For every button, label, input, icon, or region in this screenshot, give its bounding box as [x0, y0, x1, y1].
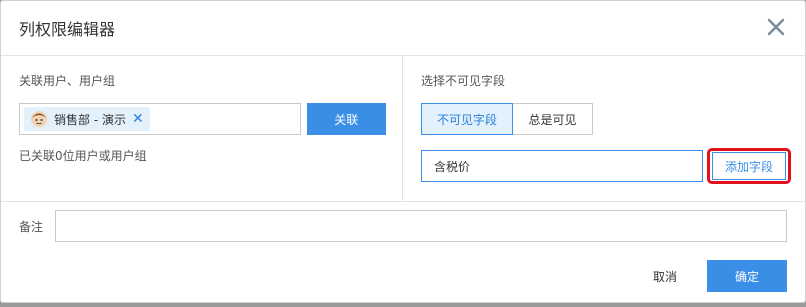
- remove-tag-icon[interactable]: ✕: [132, 111, 144, 127]
- user-tag: 销售部 - 演示 ✕: [24, 107, 150, 131]
- user-tag-label: 销售部 - 演示: [54, 112, 126, 127]
- cancel-button[interactable]: 取消: [647, 267, 683, 286]
- tab-always-visible[interactable]: 总是可见: [513, 103, 593, 135]
- fields-panel: 选择不可见字段 不可见字段 总是可见 添加字段: [403, 56, 806, 201]
- fields-label: 选择不可见字段: [421, 74, 506, 88]
- dialog-footer: 取消 确定: [647, 260, 787, 292]
- associate-label: 关联用户、用户组: [19, 74, 116, 88]
- associate-button[interactable]: 关联: [306, 103, 386, 135]
- close-icon[interactable]: [765, 16, 787, 38]
- note-label: 备注: [19, 219, 44, 234]
- user-avatar-icon: [31, 111, 47, 127]
- note-row: 备注: [1, 202, 805, 250]
- field-input[interactable]: [421, 150, 703, 182]
- column-permission-dialog: 列权限编辑器 关联用户、用户组 销售部 - 演示 ✕ 关联 已关联0位用户或用户…: [0, 0, 806, 303]
- add-field-highlight: 添加字段: [707, 148, 791, 184]
- dialog-title: 列权限编辑器: [19, 20, 116, 39]
- visibility-toggle: 不可见字段 总是可见: [421, 103, 791, 135]
- add-field-button[interactable]: 添加字段: [712, 152, 786, 180]
- tab-invisible-fields[interactable]: 不可见字段: [421, 103, 513, 135]
- note-input[interactable]: [54, 210, 787, 242]
- associate-panel: 关联用户、用户组 销售部 - 演示 ✕ 关联 已关联0位用户或用户组: [1, 56, 403, 201]
- dialog-header: 列权限编辑器: [1, 1, 805, 56]
- confirm-button[interactable]: 确定: [707, 260, 787, 292]
- dialog-body: 关联用户、用户组 销售部 - 演示 ✕ 关联 已关联0位用户或用户组 选择不可见…: [1, 56, 805, 202]
- associate-hint: 已关联0位用户或用户组: [19, 149, 147, 163]
- user-tag-input[interactable]: 销售部 - 演示 ✕: [19, 103, 301, 135]
